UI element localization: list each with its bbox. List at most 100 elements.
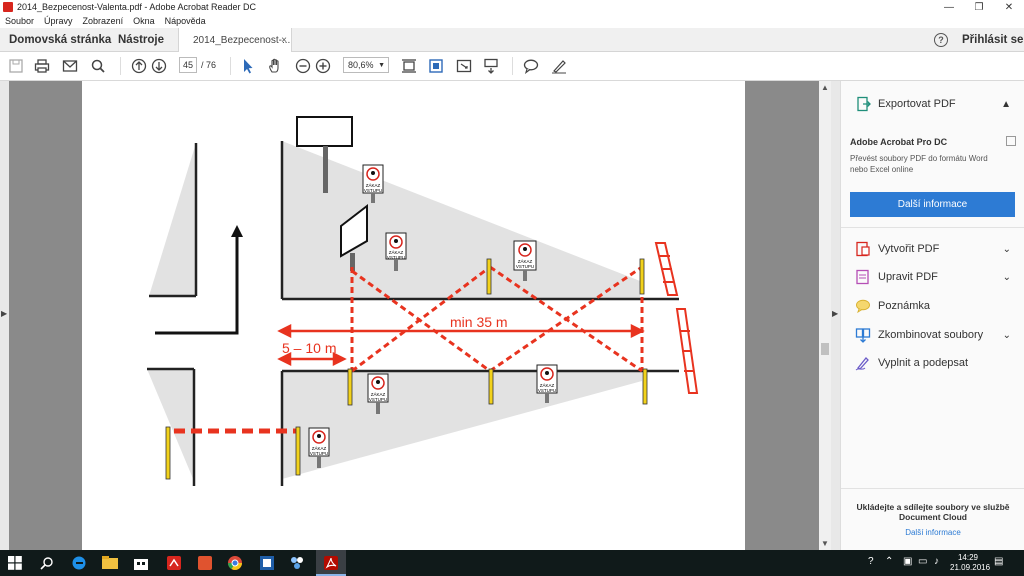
scroll-up-icon[interactable]: ▲ (821, 83, 829, 92)
pdf-page: min 35 m 5 – 10 m ZÁKAZ VSTUPU ZÁKAZ VST… (82, 81, 745, 550)
acrobat-tray-icon[interactable]: ▣ (903, 556, 912, 567)
crop-icon[interactable] (427, 57, 445, 75)
print-icon[interactable] (33, 57, 51, 75)
menu-window[interactable]: Okna (133, 16, 155, 26)
clock-time: 14:29 (957, 553, 979, 562)
app-blue-icon[interactable] (257, 553, 277, 573)
zoom-in-icon[interactable] (314, 57, 332, 75)
panel-edit-label: Upravit PDF (878, 271, 938, 283)
acrobat-reader-icon[interactable] (321, 553, 341, 573)
page-up-icon[interactable] (130, 57, 148, 75)
panel-note[interactable]: Poznámka (841, 292, 1024, 320)
restore-button[interactable]: ❐ (964, 0, 994, 14)
document-cloud-text: Ukládejte a sdílejte soubory ve službě D… (856, 502, 1010, 522)
zoom-select[interactable]: 80,6% ▼ (343, 57, 389, 73)
comment-icon[interactable] (522, 57, 540, 75)
left-panel-toggle[interactable]: ▶ (0, 81, 9, 550)
store-icon[interactable] (131, 553, 151, 573)
file-explorer-icon[interactable] (100, 553, 120, 573)
edit-pdf-icon (856, 269, 869, 285)
fullscreen-icon[interactable] (455, 57, 473, 75)
menu-bar: Soubor Úpravy Zobrazení Okna Nápověda (0, 14, 1024, 28)
tab-document[interactable]: 2014_Bezpecenost-... × (178, 28, 292, 53)
tab-tools[interactable]: Nástroje (118, 28, 164, 52)
select-icon[interactable] (239, 57, 257, 75)
menu-edit[interactable]: Úpravy (44, 16, 73, 26)
panel-fill-sign-label: Vyplnit a podepsat (878, 357, 969, 369)
toolbar (0, 52, 1024, 81)
note-icon (856, 299, 870, 314)
start-icon[interactable] (5, 553, 25, 573)
scroll-down-icon[interactable]: ▼ (821, 539, 829, 548)
panel-edit-pdf[interactable]: Upravit PDF ⌄ (841, 263, 1024, 291)
clock-date: 21.09.2016 (950, 563, 991, 572)
panel-create-pdf[interactable]: Vytvořit PDF ⌄ (841, 235, 1024, 263)
signin-button[interactable]: Přihlásit se (962, 28, 1023, 52)
tray-overflow-icon[interactable]: ⌃ (885, 556, 893, 567)
chevron-up-icon[interactable]: ▲ (1001, 99, 1011, 110)
tab-close-icon[interactable]: × (281, 35, 287, 46)
right-panel-toggle[interactable]: ▶ (831, 81, 840, 550)
panel-fill-sign[interactable]: Vyplnit a podepsat (841, 349, 1024, 377)
chevron-down-icon: ▼ (378, 61, 385, 69)
save-icon[interactable] (7, 57, 25, 75)
fill-sign-icon (855, 357, 869, 371)
road-shadow-left-bottom (147, 369, 194, 481)
road-shadow-left-top (149, 143, 196, 296)
chrome-icon[interactable] (225, 553, 245, 573)
panel-note-label: Poznámka (878, 300, 930, 312)
windows-taskbar: ? ⌃ ▣ ▭ ♪ 14:29 21.09.2016 ▤ (0, 550, 1024, 576)
system-clock[interactable]: 14:29 21.09.2016 (950, 553, 991, 573)
help-icon[interactable]: ? (934, 33, 948, 47)
sign-icon[interactable] (550, 57, 568, 75)
app-network-icon[interactable] (287, 553, 307, 573)
menu-file[interactable]: Soubor (5, 16, 34, 26)
scroll-mode-icon[interactable] (482, 57, 500, 75)
network-icon[interactable]: ▭ (918, 556, 927, 567)
notifications-icon[interactable]: ▤ (994, 556, 1003, 567)
page-number-input[interactable]: 45 (179, 57, 197, 73)
label-entry-distance: 5 – 10 m (282, 340, 336, 356)
hand-icon[interactable] (266, 57, 284, 75)
app-red-icon[interactable] (164, 553, 184, 573)
acrobat-app-icon (3, 2, 13, 12)
search-icon[interactable] (89, 57, 107, 75)
panel-create-label: Vytvořit PDF (878, 243, 940, 255)
email-icon[interactable] (61, 57, 79, 75)
close-window-button[interactable]: ✕ (994, 0, 1024, 14)
acrobat-taskbar-icon[interactable] (195, 553, 215, 573)
tools-panel: Exportovat PDF ▲ Adobe Acrobat Pro DC Př… (840, 81, 1024, 550)
panel-combine[interactable]: Zkombinovat soubory ⌄ (841, 321, 1024, 349)
zoom-out-icon[interactable] (294, 57, 312, 75)
info-board (296, 116, 353, 147)
collapse-right-icon: ▶ (832, 309, 839, 318)
chevron-down-icon[interactable]: ⌄ (1003, 272, 1011, 283)
page-total: / 76 (201, 60, 217, 70)
tab-bar: Domovská stránka Nástroje 2014_Bezpeceno… (0, 28, 1024, 53)
chevron-down-icon[interactable]: ⌄ (1003, 330, 1011, 341)
svg-text:VSTUPU: VSTUPU (538, 388, 556, 393)
search-icon[interactable] (37, 553, 57, 573)
fit-page-icon[interactable] (400, 57, 418, 75)
minimize-button[interactable]: — (934, 0, 964, 14)
document-cloud-link[interactable]: Další informace (841, 528, 1024, 537)
export-pdf-icon (857, 96, 871, 112)
more-info-button[interactable]: Další informace (850, 192, 1015, 217)
chevron-down-icon[interactable]: ⌄ (1003, 244, 1011, 255)
menu-view[interactable]: Zobrazení (83, 16, 124, 26)
turn-arrow-head (231, 225, 243, 237)
page-down-icon[interactable] (150, 57, 168, 75)
scroll-thumb[interactable] (821, 343, 829, 355)
copy-icon[interactable] (1006, 136, 1016, 146)
safety-diagram: min 35 m 5 – 10 m ZÁKAZ VSTUPU ZÁKAZ VST… (147, 116, 699, 486)
zone-lower (282, 371, 642, 479)
title-bar: 2014_Bezpecenost-Valenta.pdf - Adobe Acr… (0, 0, 1024, 14)
panel-export-pdf[interactable]: Exportovat PDF ▲ (841, 90, 1024, 118)
menu-help[interactable]: Nápověda (165, 16, 206, 26)
help-tray-icon[interactable]: ? (868, 556, 874, 567)
vertical-scrollbar[interactable]: ▲ ▼ (819, 81, 831, 550)
edge-icon[interactable] (69, 553, 89, 573)
volume-icon[interactable]: ♪ (934, 556, 939, 567)
tab-home[interactable]: Domovská stránka (9, 28, 111, 52)
tab-document-label: 2014_Bezpecenost-... (193, 35, 291, 46)
